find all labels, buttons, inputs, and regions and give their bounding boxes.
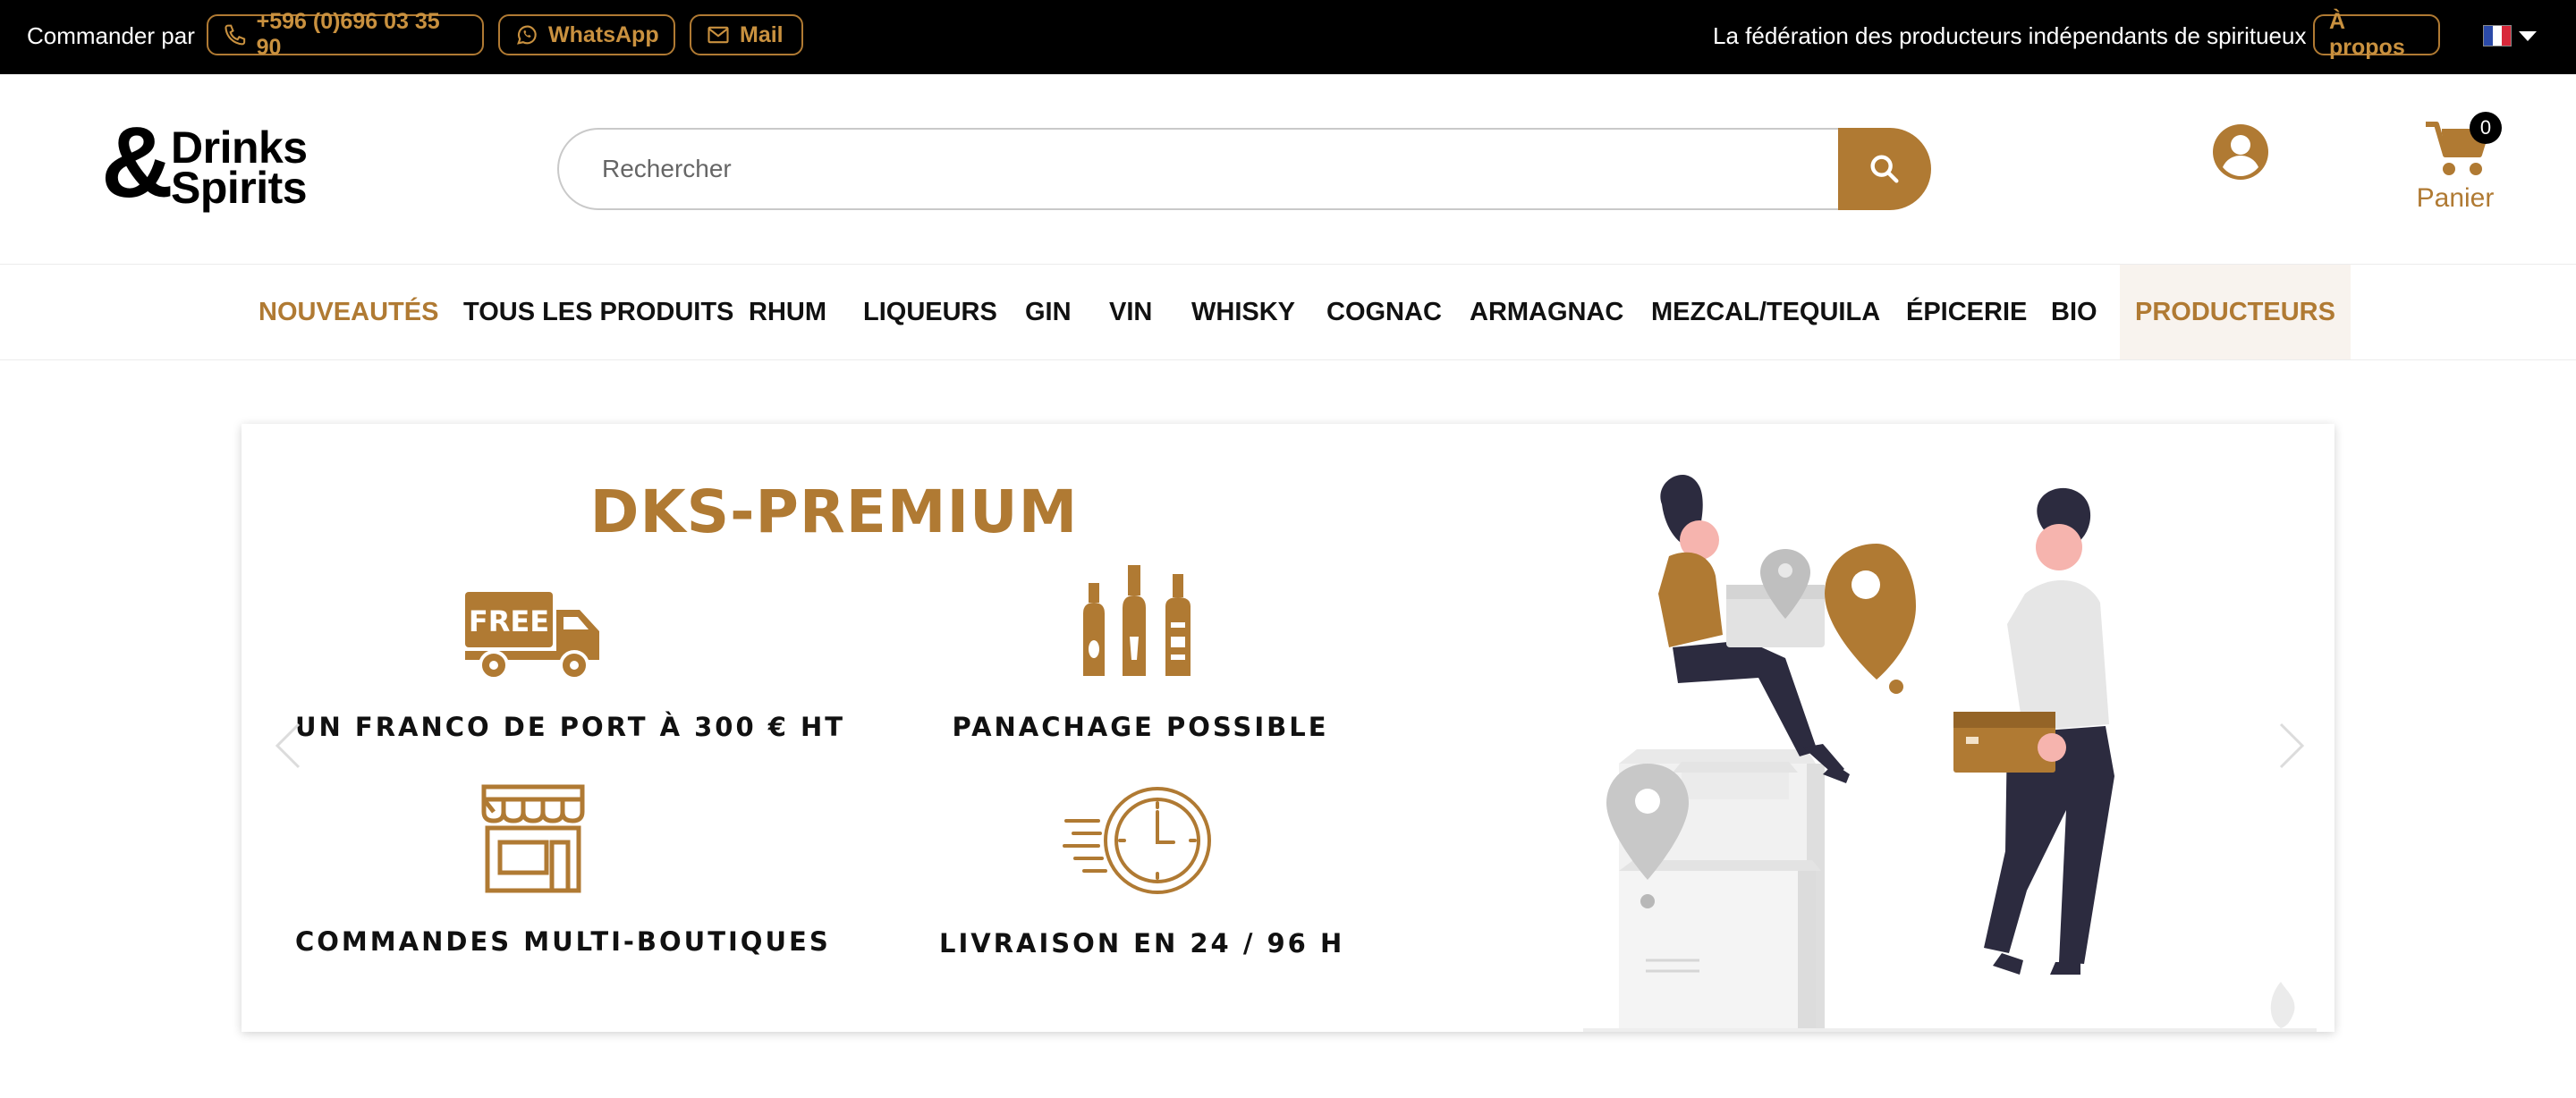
search-button[interactable] <box>1838 128 1931 210</box>
feature-label-free-shipping: UN FRANCO DE PORT À 300 € HT <box>295 712 846 742</box>
carousel-prev-icon[interactable] <box>270 719 306 773</box>
mail-icon <box>708 26 729 44</box>
nav-item-tous-les-produits[interactable]: TOUS LES PRODUITS <box>463 265 733 359</box>
cart-button[interactable]: 0 Panier <box>2406 112 2504 222</box>
nav-item-bio[interactable]: BIO <box>2051 265 2097 359</box>
nav-item-liqueurs[interactable]: LIQUEURS <box>863 265 997 359</box>
phone-number: +596 (0)696 03 35 90 <box>256 9 440 60</box>
feature-label-delivery: LIVRAISON EN 24 / 96 H <box>939 928 1345 959</box>
shop-icon <box>481 784 585 893</box>
nav-item-nouveautes[interactable]: NOUVEAUTÉS <box>258 265 438 359</box>
promo-banner[interactable]: DKS-PREMIUM FREE UN FRANCO DE PORT À 300… <box>242 424 2334 1032</box>
nav-item-rhum[interactable]: RHUM <box>749 265 826 359</box>
nav-item-cognac[interactable]: COGNAC <box>1326 265 1442 359</box>
federation-tagline: La fédération des producteurs indépendan… <box>1713 22 2307 49</box>
feature-label-mix: PANACHAGE POSSIBLE <box>952 712 1329 742</box>
logo-ampersand: & <box>101 106 174 218</box>
cart-count-badge: 0 <box>2470 112 2502 144</box>
order-by-label: Commander par <box>27 22 195 49</box>
bottles-icon <box>1083 565 1191 676</box>
mail-button[interactable]: Mail <box>690 14 803 55</box>
free-truck-icon: FREE <box>465 592 599 680</box>
top-bar: Commander par +596 (0)696 03 35 90 Whats… <box>0 0 2576 74</box>
nav-item-armagnac[interactable]: ARMAGNAC <box>1470 265 1623 359</box>
whatsapp-label: WhatsApp <box>548 21 659 47</box>
nav-item-producteurs[interactable]: PRODUCTEURS <box>2120 265 2351 359</box>
search-icon <box>1870 155 1899 183</box>
flag-fr-icon <box>2483 25 2512 46</box>
nav-item-gin[interactable]: GIN <box>1025 265 1072 359</box>
nav-item-mezcal-tequila[interactable]: MEZCAL/TEQUILA <box>1651 265 1880 359</box>
whatsapp-icon <box>517 25 537 45</box>
account-icon[interactable] <box>2211 122 2270 182</box>
search-input[interactable] <box>557 128 1842 210</box>
whatsapp-button[interactable]: WhatsApp <box>498 14 675 55</box>
cart-label: Panier <box>2416 183 2495 213</box>
language-selector[interactable] <box>2483 25 2537 46</box>
about-button[interactable]: À propos <box>2313 9 2440 60</box>
nav-item-vin[interactable]: VIN <box>1109 265 1152 359</box>
site-logo[interactable]: & Drinks Spirits <box>101 113 325 224</box>
search-bar <box>557 128 1931 210</box>
mail-label: Mail <box>740 21 784 47</box>
phone-icon <box>225 24 246 46</box>
feature-label-multi-shop: COMMANDES MULTI-BOUTIQUES <box>295 926 831 957</box>
logo-word-spirits: Spirits <box>171 163 308 213</box>
fast-clock-icon <box>1063 787 1211 894</box>
banner-title: DKS-PREMIUM <box>589 477 1079 546</box>
nav-item-epicerie[interactable]: ÉPICERIE <box>1906 265 2027 359</box>
free-text: FREE <box>469 604 549 638</box>
nav-item-whisky[interactable]: WHISKY <box>1191 265 1295 359</box>
phone-button[interactable]: +596 (0)696 03 35 90 <box>207 9 484 60</box>
delivery-people-illustration <box>1583 474 2317 1032</box>
chevron-down-icon <box>2519 30 2537 41</box>
main-nav: NOUVEAUTÉS TOUS LES PRODUITS RHUM LIQUEU… <box>0 264 2576 360</box>
